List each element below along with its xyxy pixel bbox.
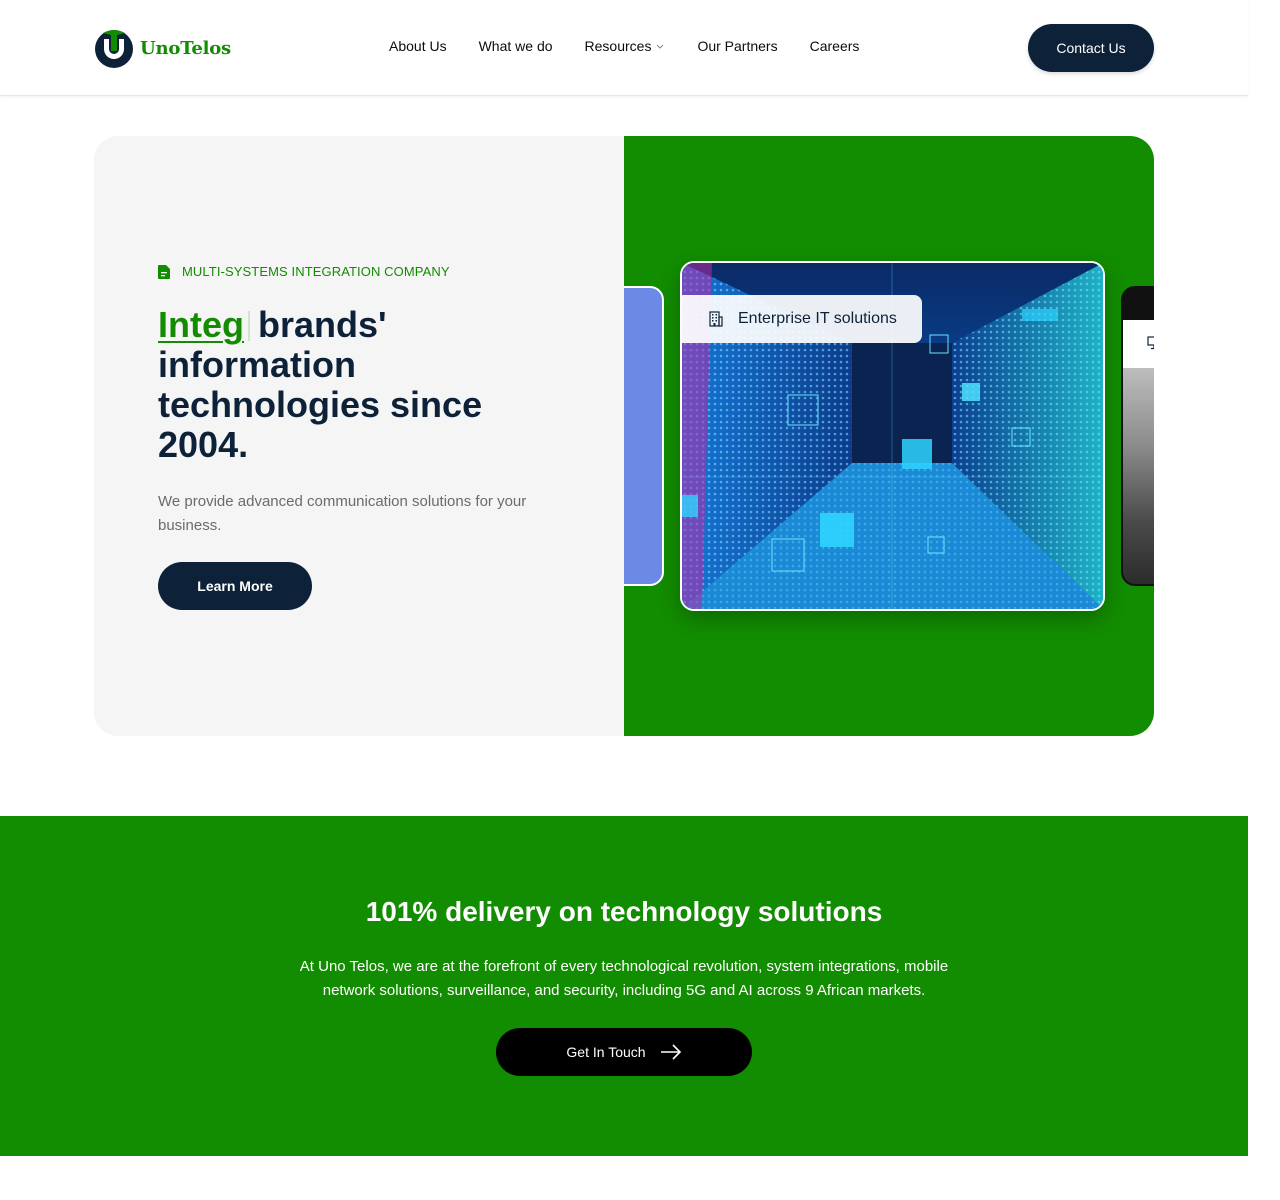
chevron-down-icon xyxy=(657,44,664,49)
learn-more-button[interactable]: Learn More xyxy=(158,562,312,610)
nav-label: What we do xyxy=(478,38,553,54)
logo-text: UnoTelos xyxy=(140,37,231,59)
card-tag-label: Enterprise IT solutions xyxy=(738,310,897,327)
contact-us-button[interactable]: Contact Us xyxy=(1028,24,1154,72)
delivery-section: 101% delivery on technology solutions At… xyxy=(0,816,1248,1156)
nav-resources[interactable]: Resources xyxy=(585,38,666,54)
card-tag: Enterprise IT solutions xyxy=(682,295,922,343)
nav-what-we-do[interactable]: What we do xyxy=(479,38,553,54)
carousel-card-previous[interactable] xyxy=(624,286,664,586)
building-icon xyxy=(709,311,723,327)
logo[interactable]: UnoTelos xyxy=(93,27,231,69)
nav-about-us[interactable]: About Us xyxy=(389,38,447,54)
card-header-strip xyxy=(1123,288,1154,320)
logo-icon xyxy=(95,30,133,68)
nav-label: Careers xyxy=(809,38,860,54)
hero-eyebrow: MULTI-SYSTEMS INTEGRATION COMPANY xyxy=(158,264,450,279)
headline-accent: Integ xyxy=(158,304,244,345)
hero-carousel: Enterprise IT solutions xyxy=(624,136,1154,736)
main-nav: About Us What we do Resources Our Partne… xyxy=(389,38,891,54)
hero-subtitle: We provide advanced communication soluti… xyxy=(158,493,527,534)
card-photo xyxy=(1123,368,1154,584)
carousel-card-next[interactable] xyxy=(1121,286,1154,586)
delivery-title: 101% delivery on technology solutions xyxy=(365,896,883,927)
document-icon xyxy=(158,264,170,279)
carousel-card-active[interactable]: Enterprise IT solutions xyxy=(680,261,1105,611)
eyebrow-text: MULTI-SYSTEMS INTEGRATION COMPANY xyxy=(182,264,450,279)
hero-headline: Integ brands' information technologies si… xyxy=(158,305,538,465)
typing-cursor xyxy=(248,311,250,341)
arrow-right-icon xyxy=(660,1044,681,1060)
card-tag xyxy=(1123,320,1154,368)
nav-our-partners[interactable]: Our Partners xyxy=(697,38,777,54)
nav-label: Resources xyxy=(584,38,652,54)
site-header: UnoTelos About Us What we do Resources O… xyxy=(0,0,1248,96)
delivery-text: At Uno Telos, we are at the forefront of… xyxy=(299,958,949,999)
hero-section: MULTI-SYSTEMS INTEGRATION COMPANY Integ b… xyxy=(94,136,1154,736)
monitor-icon xyxy=(1147,336,1154,350)
get-in-touch-button[interactable]: Get In Touch xyxy=(496,1028,752,1076)
nav-careers[interactable]: Careers xyxy=(810,38,860,54)
get-in-touch-label: Get In Touch xyxy=(566,1044,646,1060)
nav-label: Our Partners xyxy=(697,38,778,54)
nav-label: About Us xyxy=(389,38,447,54)
hero-text-panel: MULTI-SYSTEMS INTEGRATION COMPANY Integ b… xyxy=(94,136,624,736)
